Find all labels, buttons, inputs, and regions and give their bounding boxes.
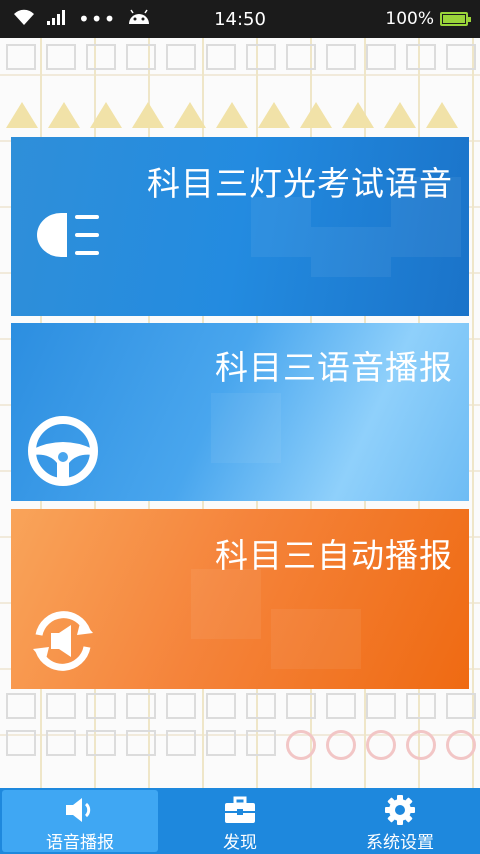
card-light-exam-voice[interactable]: 科目三灯光考试语音 bbox=[11, 137, 469, 316]
card-title: 科目三自动播报 bbox=[215, 536, 453, 575]
status-bar: ••• 14:50 100% bbox=[0, 0, 480, 38]
nav-item-discover[interactable]: 发现 bbox=[160, 788, 320, 854]
battery-icon bbox=[440, 12, 471, 26]
speaker-icon bbox=[63, 794, 97, 826]
nav-item-system-settings[interactable]: 系统设置 bbox=[320, 788, 480, 854]
battery-text: 100% bbox=[385, 9, 434, 29]
nav-label: 发现 bbox=[223, 833, 257, 853]
nav-item-voice-broadcast[interactable]: 语音播报 bbox=[0, 788, 160, 854]
steering-wheel-icon bbox=[27, 415, 99, 491]
card-voice-broadcast[interactable]: 科目三语音播报 bbox=[11, 323, 469, 501]
nav-label: 语音播报 bbox=[46, 833, 114, 853]
auto-play-cycle-icon bbox=[27, 605, 99, 681]
briefcase-icon bbox=[223, 794, 257, 826]
headlight-icon bbox=[27, 209, 103, 265]
gear-icon bbox=[384, 794, 416, 826]
bottom-navigation: 语音播报 发现 系统设置 bbox=[0, 788, 480, 854]
nav-label: 系统设置 bbox=[366, 833, 434, 853]
status-right: 100% bbox=[385, 8, 471, 30]
card-title: 科目三语音播报 bbox=[215, 348, 453, 387]
card-auto-broadcast[interactable]: 科目三自动播报 bbox=[11, 509, 469, 689]
card-title: 科目三灯光考试语音 bbox=[147, 164, 453, 203]
